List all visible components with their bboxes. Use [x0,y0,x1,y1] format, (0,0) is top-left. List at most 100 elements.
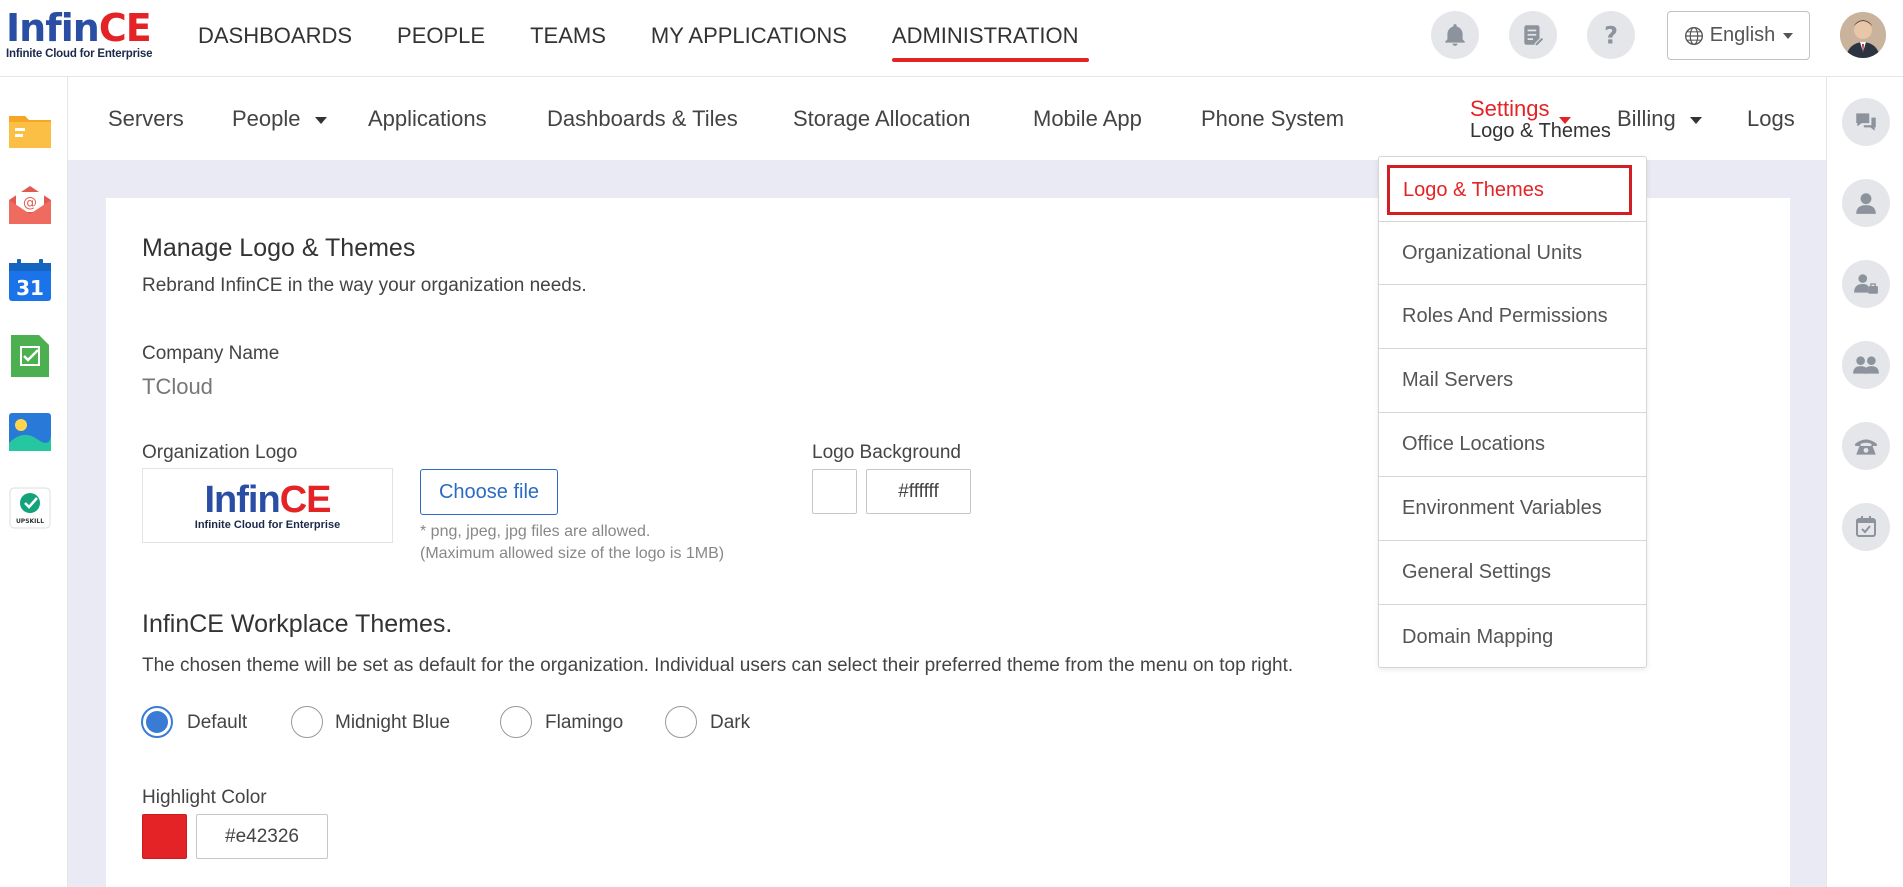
page-subtitle: Rebrand InfinCE in the way your organiza… [142,275,587,296]
notes-button[interactable] [1509,11,1557,59]
theme-flamingo-radio[interactable] [500,706,532,738]
svg-text:?: ? [1604,22,1618,48]
theme-default-label[interactable]: Default [187,712,247,734]
settings-label: Settings [1470,96,1550,121]
user-briefcase-icon [1854,274,1878,294]
highlight-color-hex-input[interactable]: #e42326 [196,814,328,859]
subnav-people-label: People [232,106,301,131]
logo-preview-wordmark: InfinCE [204,478,332,521]
main-nav: DASHBOARDS PEOPLE TEAMS MY APPLICATIONS … [198,0,1124,72]
subnav-billing-label: Billing [1617,106,1676,131]
page-title: Manage Logo & Themes [142,234,416,262]
help-button[interactable]: ? [1587,11,1635,59]
folder-app-icon[interactable] [7,106,53,152]
nav-teams[interactable]: TEAMS [530,0,606,72]
company-name-label: Company Name [142,343,280,364]
subnav-logs[interactable]: Logs [1747,77,1795,160]
chat-icon [1856,113,1876,131]
language-dropdown[interactable]: English [1667,11,1810,60]
organization-logo-preview: InfinCE Infinite Cloud for Enterprise [142,468,393,543]
menu-item-mail-servers[interactable]: Mail Servers [1379,349,1646,413]
tasks-button[interactable] [1842,503,1890,551]
svg-text:UPSKILL: UPSKILL [16,518,44,525]
profile-button[interactable] [1842,179,1890,227]
subnav-mobile-app[interactable]: Mobile App [1033,77,1142,160]
menu-item-office-locations[interactable]: Office Locations [1379,413,1646,477]
svg-text:31: 31 [16,276,44,300]
chevron-down-icon [1783,32,1794,39]
teams-button[interactable] [1842,341,1890,389]
language-label: English [1709,24,1776,46]
theme-dark-radio[interactable] [665,706,697,738]
menu-item-logo-themes[interactable]: Logo & Themes [1387,165,1632,215]
subnav-phone-system[interactable]: Phone System [1201,77,1344,160]
theme-flamingo-label[interactable]: Flamingo [545,712,623,734]
logo-background-hex-input[interactable]: #ffffff [866,469,971,514]
mail-app-icon[interactable]: @ [7,182,53,228]
theme-midnight-blue-radio[interactable] [291,706,323,738]
calendar-check-icon [1856,516,1876,537]
file-size-note: (Maximum allowed size of the logo is 1MB… [420,545,725,562]
nav-administration[interactable]: ADMINISTRATION [891,0,1089,72]
admin-subnav: Servers People Applications Dashboards &… [68,77,1826,160]
calendar-app-icon[interactable]: 31 [7,257,53,303]
bell-icon [1445,24,1465,46]
theme-default-radio[interactable] [141,706,173,738]
phone-button[interactable] [1842,422,1890,470]
file-types-note: * png, jpeg, jpg files are allowed. [420,523,651,540]
highlight-color-label: Highlight Color [142,787,267,808]
chat-button[interactable] [1842,98,1890,146]
settings-current-page: Logo & Themes [1470,120,1611,142]
organization-logo-label: Organization Logo [142,442,298,463]
notes-icon [1524,25,1545,47]
help-icon: ? [1604,22,1618,48]
phone-icon [1855,439,1877,455]
photos-app-icon[interactable] [7,409,53,455]
subnav-dashboards-tiles[interactable]: Dashboards & Tiles [547,77,738,160]
themes-description: The chosen theme will be set as default … [142,655,1294,676]
logo-wordmark: InfinCE [6,6,152,50]
chevron-down-icon [1559,117,1571,124]
globe-icon [1684,26,1703,45]
chevron-down-icon [314,116,327,124]
menu-item-organizational-units[interactable]: Organizational Units [1379,221,1646,285]
upskill-app-icon[interactable]: UPSKILL [7,485,53,531]
theme-midnight-blue-label[interactable]: Midnight Blue [335,712,450,734]
user-avatar[interactable] [1840,12,1886,58]
user-icon [1856,193,1876,214]
company-name-value[interactable]: TCloud [142,374,213,400]
themes-title: InfinCE Workplace Themes. [142,610,453,638]
logo-background-label: Logo Background [812,442,961,463]
menu-item-general-settings[interactable]: General Settings [1379,541,1646,605]
contacts-button[interactable] [1842,260,1890,308]
logo-background-swatch[interactable] [812,469,857,514]
menu-item-roles-permissions[interactable]: Roles And Permissions [1379,285,1646,349]
tasks-app-icon[interactable] [7,333,53,379]
theme-dark-label[interactable]: Dark [710,712,750,734]
right-rail [1826,77,1903,887]
logo-tagline: Infinite Cloud for Enterprise [6,48,153,60]
subnav-servers[interactable]: Servers [108,77,184,160]
avatar-image [1840,12,1886,58]
menu-item-environment-variables[interactable]: Environment Variables [1379,477,1646,541]
subnav-people[interactable]: People [232,77,327,160]
group-icon [1853,356,1879,374]
app-logo[interactable]: InfinCE Infinite Cloud for Enterprise [6,6,156,68]
svg-text:@: @ [23,195,37,211]
top-bar: InfinCE Infinite Cloud for Enterprise DA… [0,0,1903,77]
menu-item-domain-mapping[interactable]: Domain Mapping [1379,605,1646,669]
choose-file-button[interactable]: Choose file [420,469,558,515]
logo-preview-tagline: Infinite Cloud for Enterprise [194,518,341,531]
chevron-down-icon [1689,116,1702,124]
subnav-storage-allocation[interactable]: Storage Allocation [793,77,970,160]
app-rail: @ 31 UPSKILL [0,77,68,887]
subnav-applications[interactable]: Applications [368,77,487,160]
subnav-settings[interactable]: Settings Logo & Themes [1470,96,1611,143]
nav-people[interactable]: PEOPLE [397,0,485,72]
subnav-billing[interactable]: Billing [1617,77,1702,160]
settings-dropdown-menu: Logo & Themes Organizational Units Roles… [1378,156,1647,668]
notifications-button[interactable] [1431,11,1479,59]
nav-dashboards[interactable]: DASHBOARDS [198,0,352,72]
highlight-color-swatch[interactable] [142,814,187,859]
nav-my-applications[interactable]: MY APPLICATIONS [651,0,847,72]
